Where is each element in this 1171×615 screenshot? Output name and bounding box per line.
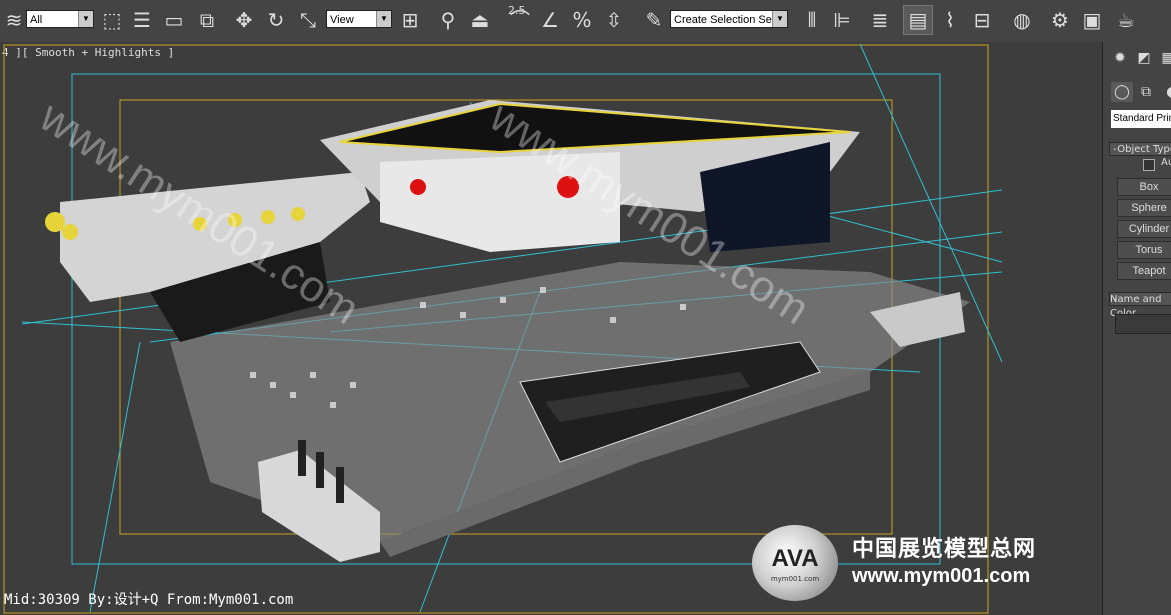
logo-badge: AVA mym001.com	[752, 525, 838, 601]
reference-coord-dropdown[interactable]: View ▼	[326, 10, 392, 28]
reference-coord-value: View	[330, 14, 354, 26]
link-icon[interactable]: ⚲	[434, 6, 462, 34]
perspective-viewport[interactable]: 4 ][ Smooth + Highlights ] www.mym001.co…	[0, 42, 1102, 615]
spinner-snap-icon[interactable]: ⇳	[600, 6, 628, 34]
manipulate-icon[interactable]: ⏏	[466, 6, 494, 34]
object-name-field[interactable]	[1115, 314, 1171, 334]
rotate-icon[interactable]: ↻	[262, 6, 290, 34]
display-settings-icon[interactable]: ✹	[1109, 48, 1131, 68]
graphite-tools-icon[interactable]: ▤	[903, 5, 933, 35]
selection-filter-dropdown[interactable]: All ▼	[26, 10, 94, 28]
torus-button[interactable]: Torus	[1117, 241, 1171, 259]
layer-manager-icon[interactable]: ≣	[866, 6, 894, 34]
rect-region-icon[interactable]: ▭	[160, 6, 188, 34]
percent-snap-icon[interactable]: %	[568, 6, 596, 34]
autogrid-checkbox[interactable]	[1143, 159, 1155, 171]
logo-cn-title: 中国展览模型总网	[852, 537, 1037, 562]
modify-tab-icon[interactable]: ◩	[1133, 48, 1155, 68]
shapes-icon[interactable]: ⧉	[1135, 82, 1157, 102]
select-by-name-icon[interactable]: ☰	[128, 6, 156, 34]
status-text: Mid:30309 By:设计+Q From:Mym001.com	[4, 592, 294, 608]
object-type-header: Object Type	[1117, 144, 1171, 155]
box-button[interactable]: Box	[1117, 178, 1171, 196]
select-object-icon[interactable]: ⬚	[98, 6, 126, 34]
teapot-button[interactable]: Teapot	[1117, 262, 1171, 280]
command-panel: ✹ ◩ ▦ ◯ ⧉ ◖ Standard Primitives - Object…	[1102, 42, 1171, 615]
curve-editor-icon[interactable]: ⌇	[936, 6, 964, 34]
chevron-down-icon: ▼	[772, 11, 787, 27]
scale-icon[interactable]: ⤡	[294, 6, 322, 34]
cylinder-button[interactable]: Cylinder	[1117, 220, 1171, 238]
hierarchy-tab-icon[interactable]: ▦	[1157, 48, 1171, 68]
logo-badge-text: AVA	[771, 545, 819, 572]
logo-badge-sub: mym001.com	[770, 575, 820, 583]
site-logo: AVA mym001.com 中国展览模型总网 www.mym001.com	[752, 525, 1102, 605]
align-icon[interactable]: ⊫	[828, 6, 856, 34]
edit-named-sel-icon[interactable]: ✎	[640, 6, 668, 34]
material-editor-icon[interactable]: ◍	[1008, 6, 1036, 34]
category-dropdown[interactable]: Standard Primitives	[1111, 110, 1171, 128]
selection-filter-value: All	[30, 14, 43, 26]
pivot-icon[interactable]: ⊞	[396, 6, 424, 34]
geometry-icon[interactable]: ◯	[1111, 82, 1133, 102]
render-icon[interactable]: ☕	[1112, 6, 1140, 34]
autogrid-label: AutoGrid	[1161, 157, 1171, 168]
lights-icon[interactable]: ◖	[1159, 82, 1171, 102]
main-toolbar: ≋ All ▼ ⬚ ☰ ▭ ⧉ ✥ ↻ ⤡ View ▼ ⊞ ⚲ ⏏ 2.5 ⌒…	[0, 0, 1171, 43]
object-type-rollout[interactable]: - Object Type	[1109, 142, 1171, 156]
move-icon[interactable]: ✥	[230, 6, 258, 34]
layers-icon[interactable]: ≋	[0, 6, 28, 34]
snaps-toggle-icon[interactable]: ⌒	[506, 6, 534, 34]
brand-logo-right	[410, 179, 426, 195]
rendered-frame-icon[interactable]: ▣	[1078, 6, 1106, 34]
chevron-down-icon: ▼	[78, 11, 93, 27]
named-selection-field[interactable]: Create Selection Se ▼	[670, 10, 788, 28]
render-setup-icon[interactable]: ⚙	[1046, 6, 1074, 34]
logo-url: www.mym001.com	[852, 565, 1031, 587]
name-color-rollout[interactable]: - Name and Color	[1109, 292, 1171, 319]
angle-snap-icon[interactable]: ∠	[536, 6, 564, 34]
named-selection-placeholder: Create Selection Se	[674, 14, 772, 26]
mirror-icon[interactable]: ⫴	[798, 6, 826, 34]
collapse-icon: -	[1113, 144, 1117, 155]
chevron-down-icon: ▼	[376, 11, 391, 27]
schematic-view-icon[interactable]: ⊟	[968, 6, 996, 34]
window-crossing-icon[interactable]: ⧉	[193, 6, 221, 34]
sphere-button[interactable]: Sphere	[1117, 199, 1171, 217]
